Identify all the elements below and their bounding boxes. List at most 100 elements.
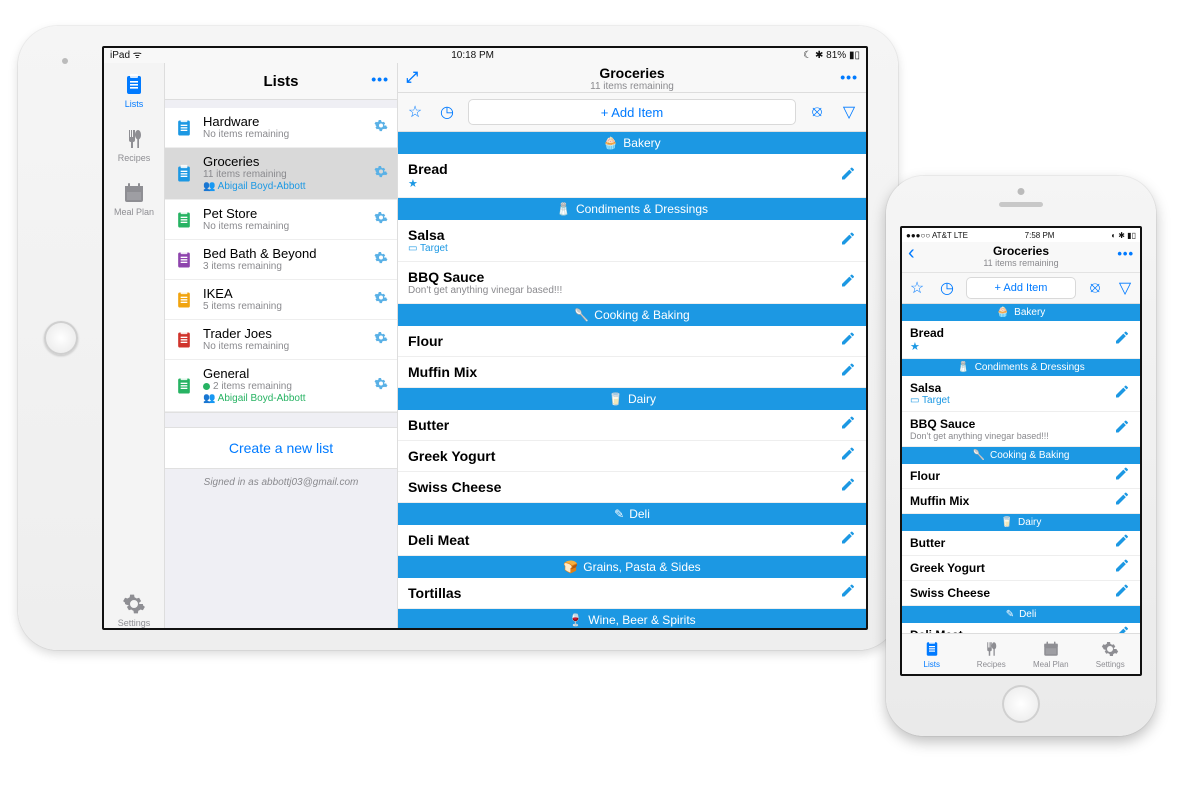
section-header[interactable]: 🧁Bakery [398,132,866,154]
edit-item-button[interactable] [1114,383,1130,404]
iphone-home-button[interactable] [1002,685,1040,723]
recent-icon[interactable]: ◷ [436,101,458,123]
detail-more-button[interactable]: ••• [840,69,858,85]
recent-icon[interactable]: ◷ [936,277,958,299]
tab-settings[interactable]: Settings [118,592,151,628]
tab-lists[interactable]: Lists [122,73,146,109]
tab-recipes[interactable]: Recipes [118,127,151,163]
edit-item-button[interactable] [1114,558,1130,579]
grocery-item[interactable]: Butter [398,410,866,441]
filter-icon[interactable]: ▽ [1114,277,1136,299]
tab-mealplan[interactable]: Meal Plan [114,181,154,217]
section-header[interactable]: 🥛Dairy [398,388,866,410]
edit-item-button[interactable] [840,230,856,251]
grocery-item[interactable]: Muffin Mix [902,489,1140,514]
tab-label: Settings [118,618,151,628]
item-name: BBQ Sauce [910,417,1132,431]
list-settings-button[interactable] [373,209,389,230]
edit-item-button[interactable] [1114,419,1130,440]
section-header[interactable]: 🍷Wine, Beer & Spirits [398,609,866,628]
grocery-item[interactable]: Salsa▭ Target [398,220,866,262]
detail-more-button[interactable]: ••• [1117,246,1134,261]
edit-item-button[interactable] [1114,466,1130,487]
section-header[interactable]: 🥛Dairy [902,514,1140,531]
tab-mealplan[interactable]: Meal Plan [1021,634,1081,674]
filter-icon[interactable]: ▽ [838,101,860,123]
grocery-item[interactable]: BBQ SauceDon't get anything vinegar base… [398,262,866,304]
edit-item-button[interactable] [840,272,856,293]
grocery-item[interactable]: Butter [902,531,1140,556]
grocery-item[interactable]: Swiss Cheese [902,581,1140,606]
section-header[interactable]: ✎Deli [902,606,1140,623]
back-button[interactable]: ‹ [908,246,915,260]
grocery-item[interactable]: Deli Meat [398,525,866,556]
grocery-item[interactable]: Greek Yogurt [902,556,1140,581]
list-settings-button[interactable] [373,289,389,310]
tab-settings[interactable]: Settings [1081,634,1141,674]
list-row[interactable]: Groceries 11 items remaining👥 Abigail Bo… [165,148,397,200]
section-header[interactable]: ✎Deli [398,503,866,525]
grocery-item[interactable]: Tortillas [398,578,866,609]
section-header[interactable]: 🥄Cooking & Baking [902,447,1140,464]
edit-item-button[interactable] [840,415,856,436]
list-row[interactable]: Pet Store No items remaining [165,200,397,240]
list-row[interactable]: General 2 items remaining👥 Abigail Boyd-… [165,360,397,412]
edit-item-button[interactable] [840,165,856,186]
list-settings-button[interactable] [373,249,389,270]
section-header[interactable]: 🍞Grains, Pasta & Sides [398,556,866,578]
favorites-icon[interactable]: ☆ [906,277,928,299]
grocery-item[interactable]: Salsa▭ Target [902,376,1140,412]
edit-item-button[interactable] [840,331,856,352]
grocery-item[interactable]: Swiss Cheese [398,472,866,503]
edit-item-button[interactable] [1114,533,1130,554]
grocery-item[interactable]: Muffin Mix [398,357,866,388]
grocery-item[interactable]: Greek Yogurt [398,441,866,472]
list-settings-button[interactable] [373,329,389,350]
edit-item-button[interactable] [840,362,856,383]
list-row[interactable]: Trader Joes No items remaining [165,320,397,360]
section-icon: 🥛 [608,392,623,406]
edit-item-button[interactable] [1114,625,1130,634]
edit-item-button[interactable] [1114,491,1130,512]
grocery-item[interactable]: Bread★ [398,154,866,198]
edit-item-button[interactable] [1114,329,1130,350]
list-settings-button[interactable] [373,163,389,184]
list-settings-button[interactable] [373,375,389,396]
section-header[interactable]: 🥄Cooking & Baking [398,304,866,326]
section-header[interactable]: 🧂Condiments & Dressings [902,359,1140,376]
tab-lists[interactable]: Lists [902,634,962,674]
list-settings-button[interactable] [373,117,389,138]
list-row[interactable]: Hardware No items remaining [165,108,397,148]
edit-item-button[interactable] [1114,583,1130,604]
list-row[interactable]: IKEA 5 items remaining [165,280,397,320]
edit-item-button[interactable] [840,583,856,604]
edit-item-button[interactable] [840,446,856,467]
item-name: Flour [408,333,856,349]
edit-item-button[interactable] [840,530,856,551]
hide-icon[interactable]: ⦻ [1084,277,1106,299]
section-header[interactable]: 🧁Bakery [902,304,1140,321]
tab-recipes[interactable]: Recipes [962,634,1022,674]
add-item-input[interactable]: + Add Item [468,99,796,125]
grocery-item[interactable]: Bread★ [902,321,1140,359]
ipad-tab-column: Lists Recipes Meal Plan Settings [104,63,165,628]
edit-item-button[interactable] [840,477,856,498]
add-item-input[interactable]: + Add Item [966,277,1076,299]
hide-icon[interactable]: ⦻ [806,101,828,123]
grocery-item[interactable]: BBQ SauceDon't get anything vinegar base… [902,412,1140,447]
expand-icon[interactable]: ⤢ [406,69,418,86]
grocery-item[interactable]: Flour [398,326,866,357]
create-list-button[interactable]: Create a new list [165,427,397,469]
section-name: Bakery [1014,307,1045,318]
favorites-icon[interactable]: ☆ [404,101,426,123]
section-name: Cooking & Baking [594,308,689,322]
grocery-item[interactable]: Flour [902,464,1140,489]
ipad-home-button[interactable] [44,321,78,355]
section-header[interactable]: 🧂Condiments & Dressings [398,198,866,220]
grocery-item[interactable]: Deli Meat [902,623,1140,633]
list-shared: 👥 Abigail Boyd-Abbott [203,181,389,193]
list-name: Hardware [203,114,389,129]
section-icon: 🍞 [563,560,578,574]
list-row[interactable]: Bed Bath & Beyond 3 items remaining [165,240,397,280]
lists-more-button[interactable]: ••• [371,71,389,87]
